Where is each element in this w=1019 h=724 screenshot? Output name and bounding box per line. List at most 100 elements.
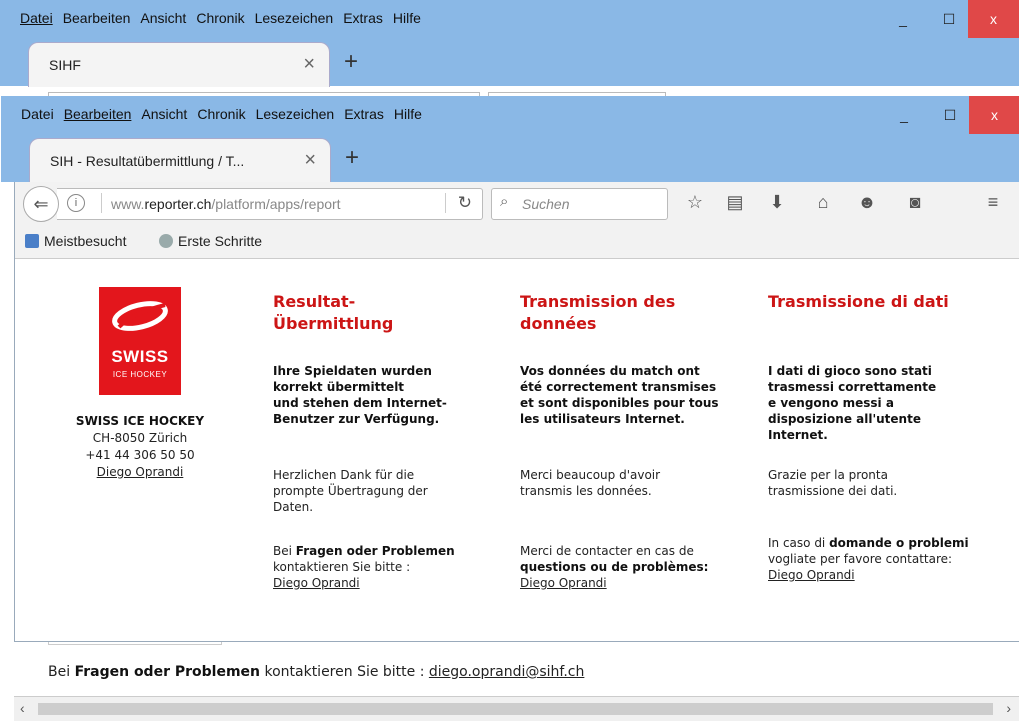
logo-text-swiss: SWISS — [111, 347, 169, 366]
confirm-line: trasmessi correttamente — [768, 380, 937, 394]
url-domain: reporter.ch — [144, 196, 212, 212]
heading-line-2: Übermittlung — [273, 314, 394, 333]
maximize-button[interactable]: ☐ — [927, 96, 973, 134]
heading-line-2: données — [520, 314, 597, 333]
bookmark-meistbesucht[interactable]: Meistbesucht — [25, 233, 126, 249]
active-tab[interactable]: SIH - Resultatübermittlung / T... × — [29, 138, 331, 183]
active-tab-title: SIH - Resultatübermittlung / T... — [50, 153, 245, 169]
organization-name: SWISS ICE HOCKEY — [75, 414, 205, 428]
menu-bearbeiten[interactable]: Bearbeiten — [64, 106, 132, 122]
menu-datei[interactable]: Datei — [20, 10, 53, 26]
heading-line-1: Resultat- — [273, 292, 356, 311]
back-tab[interactable]: SIHF × — [28, 42, 330, 87]
back-tabstrip: SIHF × + — [0, 40, 1019, 87]
contact-link-german[interactable]: Diego Oprandi — [273, 576, 360, 590]
column-italian: Trasmissione di dati I dati di gioco son… — [768, 291, 969, 582]
confirm-line: été correctement transmises — [520, 380, 717, 394]
menu-hilfe[interactable]: Hilfe — [393, 10, 421, 26]
new-tab-icon[interactable]: + — [345, 144, 359, 172]
menu-extras[interactable]: Extras — [343, 10, 383, 26]
organization-contact-link[interactable]: Diego Oprandi — [97, 465, 184, 479]
confirmation-french: Vos données du match ont été correctemen… — [520, 363, 740, 427]
reader-icon[interactable]: ▤ — [723, 192, 747, 213]
thanks-line: Grazie per la pronta — [768, 468, 888, 482]
smiley-icon[interactable]: ☻ — [855, 192, 879, 213]
url-prefix: www. — [111, 196, 145, 212]
hamburger-menu-icon[interactable]: ≡ — [981, 192, 1005, 213]
confirm-line: Vos données du match ont — [520, 364, 700, 378]
page-content: SWISS ICE HOCKEY SWISS ICE HOCKEY CH-805… — [15, 259, 1019, 641]
menu-lesezeichen[interactable]: Lesezeichen — [256, 106, 335, 122]
home-icon[interactable]: ⌂ — [811, 192, 835, 213]
reload-icon[interactable]: ↻ — [458, 193, 472, 213]
heading-line-1: Trasmissione di dati — [768, 292, 949, 311]
search-bar[interactable]: ⌕ Suchen — [491, 188, 668, 220]
new-tab-icon[interactable]: + — [344, 48, 358, 76]
minimize-button[interactable]: _ — [881, 96, 927, 134]
contact-link-italian[interactable]: Diego Oprandi — [768, 568, 855, 582]
back-button[interactable]: ⇐ — [23, 186, 59, 222]
footer-email-link[interactable]: diego.oprandi@sihf.ch — [429, 664, 584, 680]
heading-french: Transmission des données — [520, 291, 675, 335]
contact-italian: In caso di domande o problemi vogliate p… — [768, 535, 994, 583]
footer-middle: kontaktieren Sie bitte : — [260, 664, 429, 680]
menu-ansicht[interactable]: Ansicht — [141, 106, 187, 122]
tab-close-icon[interactable]: × — [303, 53, 315, 76]
contact-pre: Merci de contacter en cas de — [520, 544, 694, 558]
minimize-button[interactable]: _ — [880, 0, 926, 38]
navigation-toolbar: i www.reporter.ch/platform/apps/report ↻… — [15, 182, 1019, 227]
close-window-button[interactable]: x — [968, 0, 1019, 38]
url-path: /platform/apps/report — [211, 196, 341, 212]
front-menubar: Datei Bearbeiten Ansicht Chronik Lesezei… — [21, 106, 422, 122]
menu-ansicht[interactable]: Ansicht — [140, 10, 186, 26]
puck-swoosh-icon — [112, 301, 168, 331]
bookmark-label: Meistbesucht — [44, 233, 127, 249]
bookmark-erste-schritte[interactable]: Erste Schritte — [159, 233, 262, 249]
download-icon[interactable]: ⬇ — [765, 192, 789, 213]
contact-german: Bei Fragen oder Problemen kontaktieren S… — [273, 543, 503, 591]
back-titlebar: Datei Bearbeiten Ansicht Chronik Lesezei… — [0, 0, 1019, 40]
maximize-button[interactable]: ☐ — [926, 0, 972, 38]
thanks-line: transmis les données. — [520, 484, 652, 498]
url-text: www.reporter.ch/platform/apps/report — [111, 196, 341, 212]
menu-bearbeiten[interactable]: Bearbeiten — [63, 10, 131, 26]
confirmation-italian: I dati di gioco sono stati trasmessi cor… — [768, 363, 988, 443]
scroll-right-icon[interactable]: › — [1006, 700, 1011, 716]
contact-bold: domande o problemi — [829, 536, 969, 550]
close-window-button[interactable]: x — [969, 96, 1019, 134]
contact-link-french[interactable]: Diego Oprandi — [520, 576, 607, 590]
star-icon[interactable]: ☆ — [683, 192, 707, 213]
menu-chronik[interactable]: Chronik — [197, 106, 245, 122]
menu-chronik[interactable]: Chronik — [196, 10, 244, 26]
menu-extras[interactable]: Extras — [344, 106, 384, 122]
horizontal-scrollbar[interactable]: ‹ › — [14, 696, 1019, 721]
swiss-ice-hockey-logo: SWISS ICE HOCKEY — [99, 287, 181, 395]
heading-german: Resultat- Übermittlung — [273, 291, 393, 335]
info-icon[interactable]: i — [67, 194, 85, 212]
heading-italian: Trasmissione di dati — [768, 291, 949, 313]
bookmarks-toolbar: Meistbesucht Erste Schritte — [15, 226, 1019, 259]
menu-hilfe[interactable]: Hilfe — [394, 106, 422, 122]
confirm-line: korrekt übermittelt — [273, 380, 405, 394]
contact-pre: Bei — [273, 544, 296, 558]
scroll-left-icon[interactable]: ‹ — [20, 700, 25, 716]
bookmark-label: Erste Schritte — [178, 233, 263, 249]
menu-datei[interactable]: Datei — [21, 106, 54, 122]
menu-lesezeichen[interactable]: Lesezeichen — [255, 10, 334, 26]
folder-icon — [25, 234, 39, 248]
confirm-line: I dati di gioco sono stati — [768, 364, 932, 378]
confirm-line: Benutzer zur Verfügung. — [273, 412, 440, 426]
column-french: Transmission des données Vos données du m… — [520, 291, 719, 590]
url-bar[interactable]: i www.reporter.ch/platform/apps/report ↻ — [57, 188, 483, 220]
thanks-line: trasmissione dei dati. — [768, 484, 898, 498]
organization-info: SWISS ICE HOCKEY CH-8050 Zürich +41 44 3… — [55, 413, 225, 481]
contact-post: kontaktieren Sie bitte : — [273, 560, 411, 574]
confirm-line: disposizione all'utente — [768, 412, 921, 426]
scrollbar-thumb[interactable] — [38, 703, 993, 715]
thanks-line: prompte Übertragung der — [273, 484, 428, 498]
tab-close-icon[interactable]: × — [304, 149, 316, 172]
front-titlebar: Datei Bearbeiten Ansicht Chronik Lesezei… — [1, 96, 1019, 136]
contact-bold: Fragen oder Problemen — [295, 544, 455, 558]
confirmation-german: Ihre Spieldaten wurden korrekt übermitte… — [273, 363, 493, 427]
pocket-icon[interactable]: ◙ — [903, 192, 927, 213]
